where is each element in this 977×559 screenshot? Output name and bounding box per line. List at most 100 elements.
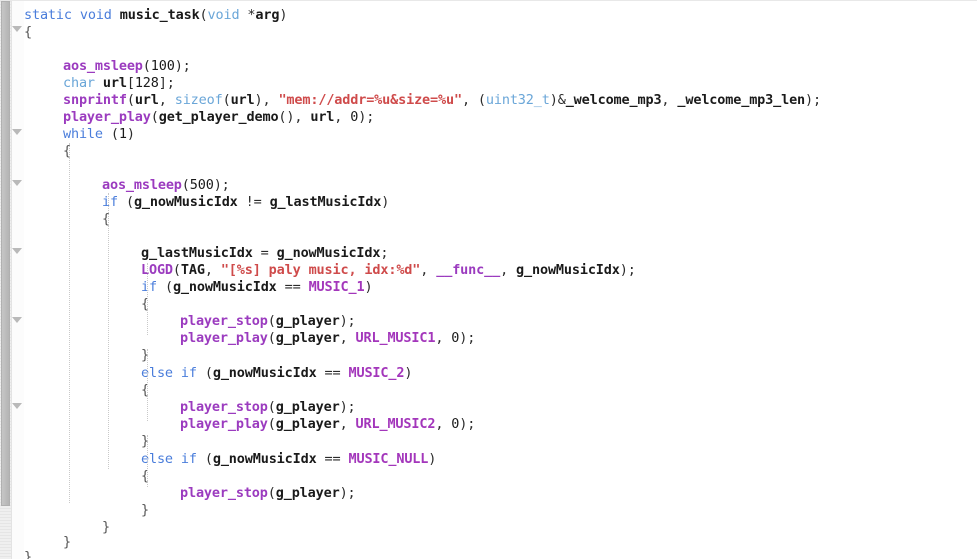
fold-triangle bbox=[12, 248, 22, 254]
code-token-pun: , bbox=[435, 330, 452, 346]
code-line[interactable]: if (g_nowMusicIdx != g_lastMusicIdx) bbox=[102, 194, 389, 211]
code-line[interactable]: LOGD(TAG, "[%s] paly music, idx:%d", __f… bbox=[141, 262, 636, 279]
code-token-type: uint32_t bbox=[485, 92, 550, 108]
chevron-down-icon[interactable] bbox=[11, 177, 24, 190]
chevron-down-icon[interactable] bbox=[11, 400, 24, 413]
code-folding-gutter[interactable] bbox=[11, 1, 24, 559]
code-line[interactable]: if (g_nowMusicIdx == MUSIC_1) bbox=[141, 279, 373, 296]
code-token-id: get_player_demo bbox=[158, 109, 279, 125]
code-line[interactable]: } bbox=[63, 534, 71, 551]
code-token-fn: player_stop bbox=[180, 313, 268, 329]
code-token-pun: ( bbox=[126, 92, 135, 108]
code-token-fn: player_play bbox=[180, 330, 268, 346]
code-token-id: g_player bbox=[275, 330, 340, 346]
code-token-id: g_nowMusicIdx bbox=[212, 451, 317, 467]
code-token-id: g_lastMusicIdx bbox=[141, 245, 253, 261]
code-content[interactable]: static void music_task(void *arg){ aos_ms… bbox=[24, 1, 977, 559]
code-token-pun: == bbox=[276, 279, 309, 295]
code-token-num: 128 bbox=[134, 75, 159, 91]
code-token-pun: ]; bbox=[158, 75, 175, 91]
code-token-pun: ( bbox=[199, 7, 208, 23]
fold-triangle bbox=[12, 180, 22, 186]
code-token-id: g_player bbox=[275, 485, 340, 501]
chevron-down-icon[interactable] bbox=[11, 126, 24, 139]
code-token-pun: ); bbox=[459, 330, 476, 346]
code-token-id: arg bbox=[255, 7, 280, 23]
code-token-pun: ); bbox=[805, 92, 822, 108]
code-token-pun: , bbox=[435, 416, 452, 432]
chevron-down-icon[interactable] bbox=[11, 314, 24, 327]
code-line[interactable]: char url[128]; bbox=[63, 75, 175, 92]
code-token-brc: { bbox=[24, 24, 32, 40]
code-token-pun: ), bbox=[254, 92, 279, 108]
chevron-down-icon[interactable] bbox=[11, 23, 24, 36]
code-token-id: url bbox=[230, 92, 255, 108]
code-token-pun: == bbox=[316, 365, 349, 381]
code-line[interactable]: player_stop(g_player); bbox=[180, 399, 356, 416]
code-line[interactable]: while (1) bbox=[63, 126, 135, 143]
code-line[interactable]: snprintf(url, sizeof(url), "mem://addr=%… bbox=[63, 92, 821, 109]
code-token-pun: ); bbox=[339, 485, 356, 501]
code-token-type: char bbox=[63, 75, 95, 91]
fold-triangle bbox=[12, 403, 22, 409]
code-token-pun: ); bbox=[619, 262, 636, 278]
code-token-pun: ( bbox=[267, 485, 276, 501]
code-token-brc: } bbox=[102, 519, 110, 535]
code-token-brc: } bbox=[24, 549, 32, 559]
code-token-pun: , bbox=[500, 262, 517, 278]
code-line[interactable]: } bbox=[102, 519, 110, 536]
code-token-id: _welcome_mp3_len bbox=[677, 92, 806, 108]
code-token-pun: , bbox=[339, 330, 356, 346]
vertical-scrollbar-track[interactable] bbox=[0, 1, 12, 559]
code-line[interactable]: aos_msleep(500); bbox=[102, 177, 230, 194]
code-line[interactable]: aos_msleep(100); bbox=[63, 58, 191, 75]
code-token-id: g_player bbox=[275, 416, 340, 432]
code-token-pun: ) bbox=[364, 279, 373, 295]
code-token-pun: ( bbox=[102, 126, 119, 142]
code-token-pun: [ bbox=[126, 75, 135, 91]
code-token-pun: ( bbox=[267, 416, 276, 432]
code-token-pun: ( bbox=[150, 109, 159, 125]
code-token-pun: ) bbox=[279, 7, 288, 23]
code-line[interactable]: player_play(g_player, URL_MUSIC2, 0); bbox=[180, 416, 475, 433]
indent-guide bbox=[69, 143, 71, 503]
code-token-id: g_nowMusicIdx bbox=[276, 245, 381, 261]
code-token-pun: )& bbox=[549, 92, 566, 108]
code-token-cst: URL_MUSIC1 bbox=[355, 330, 436, 346]
code-token-pun: ( bbox=[117, 194, 134, 210]
code-token-pun: , bbox=[339, 416, 356, 432]
code-token-brc: } bbox=[141, 502, 149, 518]
code-token-id: g_nowMusicIdx bbox=[212, 365, 317, 381]
code-token-id: url bbox=[310, 109, 335, 125]
indent-guide bbox=[108, 193, 110, 469]
code-token-cst: MUSIC_NULL bbox=[348, 451, 429, 467]
code-token-pun: , bbox=[204, 262, 221, 278]
code-token-kw: else bbox=[141, 365, 173, 381]
code-line[interactable]: } bbox=[141, 502, 149, 519]
code-line[interactable]: } bbox=[24, 549, 32, 559]
code-line[interactable]: { bbox=[24, 24, 32, 41]
code-token-fn: LOGD bbox=[141, 262, 173, 278]
code-token-fn: player_play bbox=[63, 109, 151, 125]
code-line[interactable]: else if (g_nowMusicIdx == MUSIC_2) bbox=[141, 365, 412, 382]
code-line[interactable]: player_play(get_player_demo(), url, 0); bbox=[63, 109, 374, 126]
code-token-num: 100 bbox=[150, 58, 175, 74]
code-line[interactable]: player_stop(g_player); bbox=[180, 313, 356, 330]
code-editor[interactable]: static void music_task(void *arg){ aos_ms… bbox=[0, 0, 977, 559]
code-token-pun: ) bbox=[404, 365, 413, 381]
code-token-id: url bbox=[134, 92, 159, 108]
code-token-cst: MUSIC_2 bbox=[348, 365, 405, 381]
code-line[interactable]: static void music_task(void *arg) bbox=[24, 7, 287, 24]
code-token-kw: while bbox=[63, 126, 103, 142]
code-token-num: 1 bbox=[118, 126, 127, 142]
code-token-pun: ); bbox=[459, 416, 476, 432]
code-line[interactable]: player_play(g_player, URL_MUSIC1, 0); bbox=[180, 330, 475, 347]
code-line[interactable]: else if (g_nowMusicIdx == MUSIC_NULL) bbox=[141, 451, 436, 468]
code-token-id: g_nowMusicIdx bbox=[133, 194, 238, 210]
code-token-kw: else bbox=[141, 451, 173, 467]
code-line[interactable]: g_lastMusicIdx = g_nowMusicIdx; bbox=[141, 245, 388, 262]
code-line[interactable]: player_stop(g_player); bbox=[180, 485, 356, 502]
chevron-down-icon[interactable] bbox=[11, 245, 24, 258]
vertical-scrollbar-thumb[interactable] bbox=[1, 1, 10, 506]
code-token-pun: ( bbox=[222, 92, 231, 108]
